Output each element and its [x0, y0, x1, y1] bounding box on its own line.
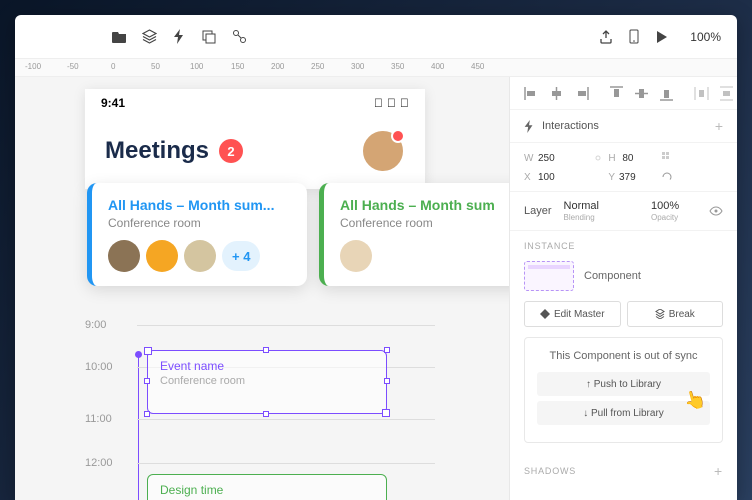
dimensions-section: W250 H80 X100 Y379 — [510, 143, 737, 192]
attendee-avatar — [184, 240, 216, 272]
time-label: 10:00 — [85, 359, 127, 373]
resize-handle[interactable] — [384, 347, 390, 353]
attendee-avatar — [108, 240, 140, 272]
sync-message: This Component is out of sync — [537, 350, 710, 362]
align-center-v-icon[interactable] — [634, 86, 649, 101]
layer-label: Layer — [524, 205, 552, 217]
resize-handle[interactable] — [263, 347, 269, 353]
meeting-cards: All Hands – Month sum... Conference room… — [75, 183, 509, 286]
align-bottom-icon[interactable] — [659, 86, 674, 101]
layer-section: Layer Normal Blending 100% Opacity — [510, 192, 737, 231]
attendee-avatar — [146, 240, 178, 272]
distribute-h-icon[interactable] — [694, 86, 709, 101]
edit-master-button[interactable]: Edit Master — [524, 301, 621, 327]
add-shadow-button[interactable]: + — [714, 463, 723, 479]
attendee-avatar — [340, 240, 372, 272]
time-label: 9:00 — [85, 317, 127, 331]
signal-icon: 􀛨 — [387, 96, 396, 110]
device-icon[interactable] — [626, 29, 642, 45]
pull-from-library-button[interactable]: ↓ Pull from Library — [537, 401, 710, 425]
design-tool-window: 100% -100 -50 0 50 100 150 200 250 300 3… — [15, 15, 737, 500]
meeting-card[interactable]: All Hands – Month sum... Conference room… — [87, 183, 307, 286]
wifi-icon: 􀙇 — [374, 96, 383, 110]
align-top-icon[interactable] — [609, 86, 624, 101]
user-avatar[interactable] — [361, 129, 405, 173]
design-canvas[interactable]: 9:41 􀙇 􀛨 􀛨 Meetings 2 — [15, 77, 509, 500]
interactions-label: Interactions — [542, 120, 707, 132]
shadows-header: SHADOWS — [524, 466, 576, 476]
copy-icon[interactable] — [201, 29, 217, 45]
phone-status-bar: 9:41 􀙇 􀛨 􀛨 — [85, 89, 425, 117]
count-badge: 2 — [219, 139, 243, 163]
timeline-event[interactable]: Design time — [147, 474, 387, 500]
battery-icon: 􀛨 — [400, 96, 409, 110]
top-toolbar: 100% — [15, 15, 737, 59]
stack-icon[interactable] — [141, 29, 157, 45]
card-title: All Hands – Month sum... — [108, 197, 291, 213]
break-button[interactable]: Break — [627, 301, 724, 327]
push-to-library-button[interactable]: ↑ Push to Library — [537, 372, 710, 396]
resize-handle[interactable] — [144, 411, 150, 417]
artboard-meetings[interactable]: 9:41 􀙇 􀛨 􀛨 Meetings 2 — [85, 89, 425, 189]
timeline: 9:00 10:00 11:00 12:00 Event name Confer… — [85, 317, 445, 497]
zoom-level[interactable]: 100% — [690, 30, 721, 44]
status-time: 9:41 — [101, 96, 125, 110]
card-subtitle: Conference room — [340, 216, 509, 230]
more-attendees[interactable]: + 4 — [222, 241, 260, 271]
x-value[interactable]: 100 — [538, 172, 555, 183]
meeting-card[interactable]: All Hands – Month sum Conference room — [319, 183, 509, 286]
card-subtitle: Conference room — [108, 216, 291, 230]
resize-handle[interactable] — [144, 378, 150, 384]
width-value[interactable]: 250 — [538, 153, 555, 164]
event-name: Design time — [160, 483, 374, 497]
horizontal-ruler: -100 -50 0 50 100 150 200 250 300 350 40… — [15, 59, 737, 77]
bolt-icon — [524, 120, 534, 133]
time-label: 12:00 — [85, 455, 127, 469]
folder-icon[interactable] — [111, 29, 127, 45]
align-left-icon[interactable] — [524, 86, 539, 101]
grid-icon[interactable] — [661, 151, 675, 165]
bolt-icon[interactable] — [171, 29, 187, 45]
inspector-panel: Interactions + W250 H80 X100 Y379 Layer … — [509, 77, 737, 500]
height-value[interactable]: 80 — [622, 153, 633, 164]
resize-handle[interactable] — [384, 378, 390, 384]
card-title: All Hands – Month sum — [340, 197, 509, 213]
blending-select[interactable]: Normal — [564, 200, 639, 212]
screen-title: Meetings — [105, 137, 209, 165]
instance-header: INSTANCE — [524, 241, 575, 251]
event-room: Conference room — [160, 375, 374, 387]
instance-thumbnail-row: Component — [524, 261, 723, 291]
play-icon[interactable] — [654, 29, 670, 45]
constrain-icon[interactable] — [592, 152, 604, 164]
opacity-value[interactable]: 100% — [651, 200, 697, 212]
distribute-v-icon[interactable] — [719, 86, 734, 101]
resize-handle[interactable] — [263, 411, 269, 417]
align-right-icon[interactable] — [574, 86, 589, 101]
sync-notice: This Component is out of sync ↑ Push to … — [524, 337, 723, 443]
component-thumbnail[interactable] — [524, 261, 574, 291]
rotate-icon[interactable] — [661, 171, 673, 183]
selected-event[interactable]: Event name Conference room — [147, 350, 387, 414]
link-icon[interactable] — [231, 29, 247, 45]
add-interaction-button[interactable]: + — [715, 118, 723, 134]
export-icon[interactable] — [598, 29, 614, 45]
current-time-line — [138, 355, 139, 500]
align-center-h-icon[interactable] — [549, 86, 564, 101]
component-label: Component — [584, 270, 641, 282]
visibility-icon[interactable] — [709, 206, 723, 216]
event-name: Event name — [160, 359, 374, 373]
y-value[interactable]: 379 — [619, 172, 636, 183]
time-label: 11:00 — [85, 411, 127, 425]
